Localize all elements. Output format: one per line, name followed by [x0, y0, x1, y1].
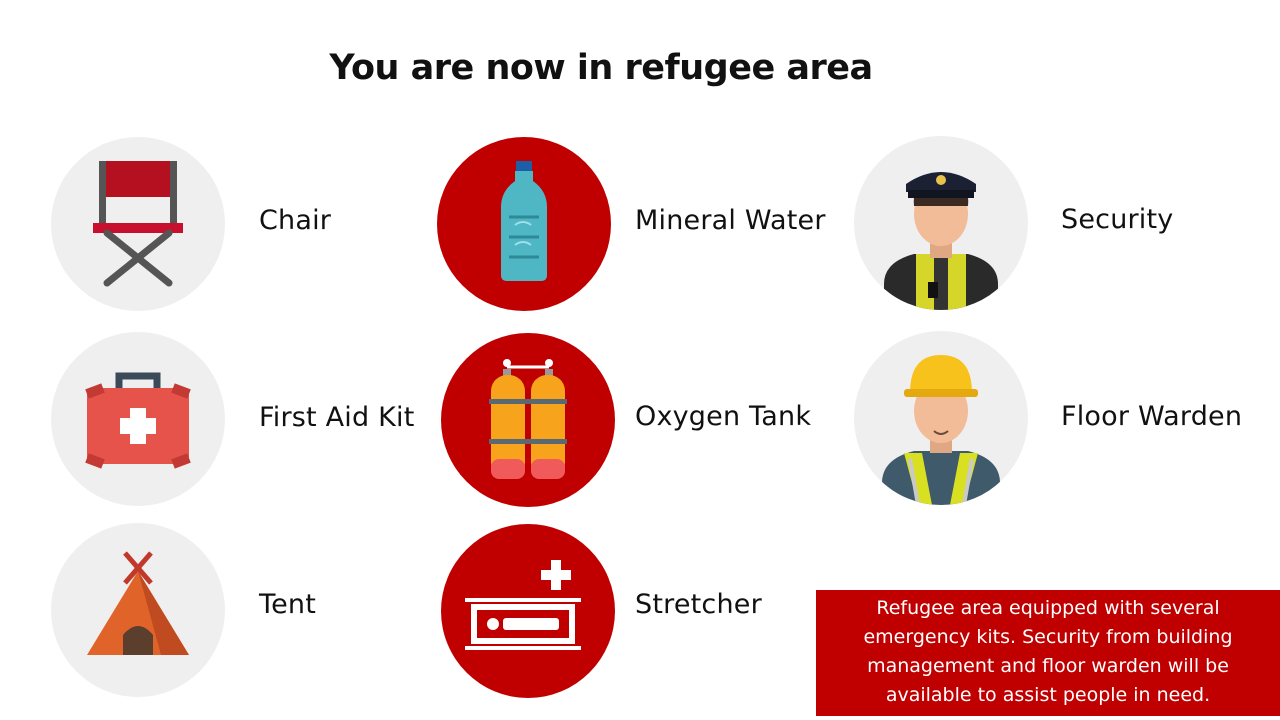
water-bottle-icon [437, 137, 611, 311]
item-label-first-aid-kit: First Aid Kit [259, 402, 415, 433]
chair-icon [51, 137, 225, 311]
item-label-stretcher: Stretcher [635, 589, 762, 620]
info-note: Refugee area equipped with several emerg… [816, 590, 1280, 716]
item-label-chair: Chair [259, 205, 332, 236]
tent-icon [51, 523, 225, 697]
item-label-mineral-water: Mineral Water [635, 205, 826, 236]
security-guard-icon [854, 136, 1028, 310]
first-aid-kit-icon [51, 332, 225, 506]
page-title: You are now in refugee area [329, 48, 873, 88]
floor-warden-icon [854, 331, 1028, 505]
item-label-oxygen-tank: Oxygen Tank [635, 401, 812, 432]
stretcher-icon [441, 524, 615, 698]
oxygen-tank-icon [441, 333, 615, 507]
item-label-floor-warden: Floor Warden [1061, 401, 1243, 432]
item-label-security: Security [1061, 204, 1174, 235]
item-label-tent: Tent [259, 589, 317, 620]
